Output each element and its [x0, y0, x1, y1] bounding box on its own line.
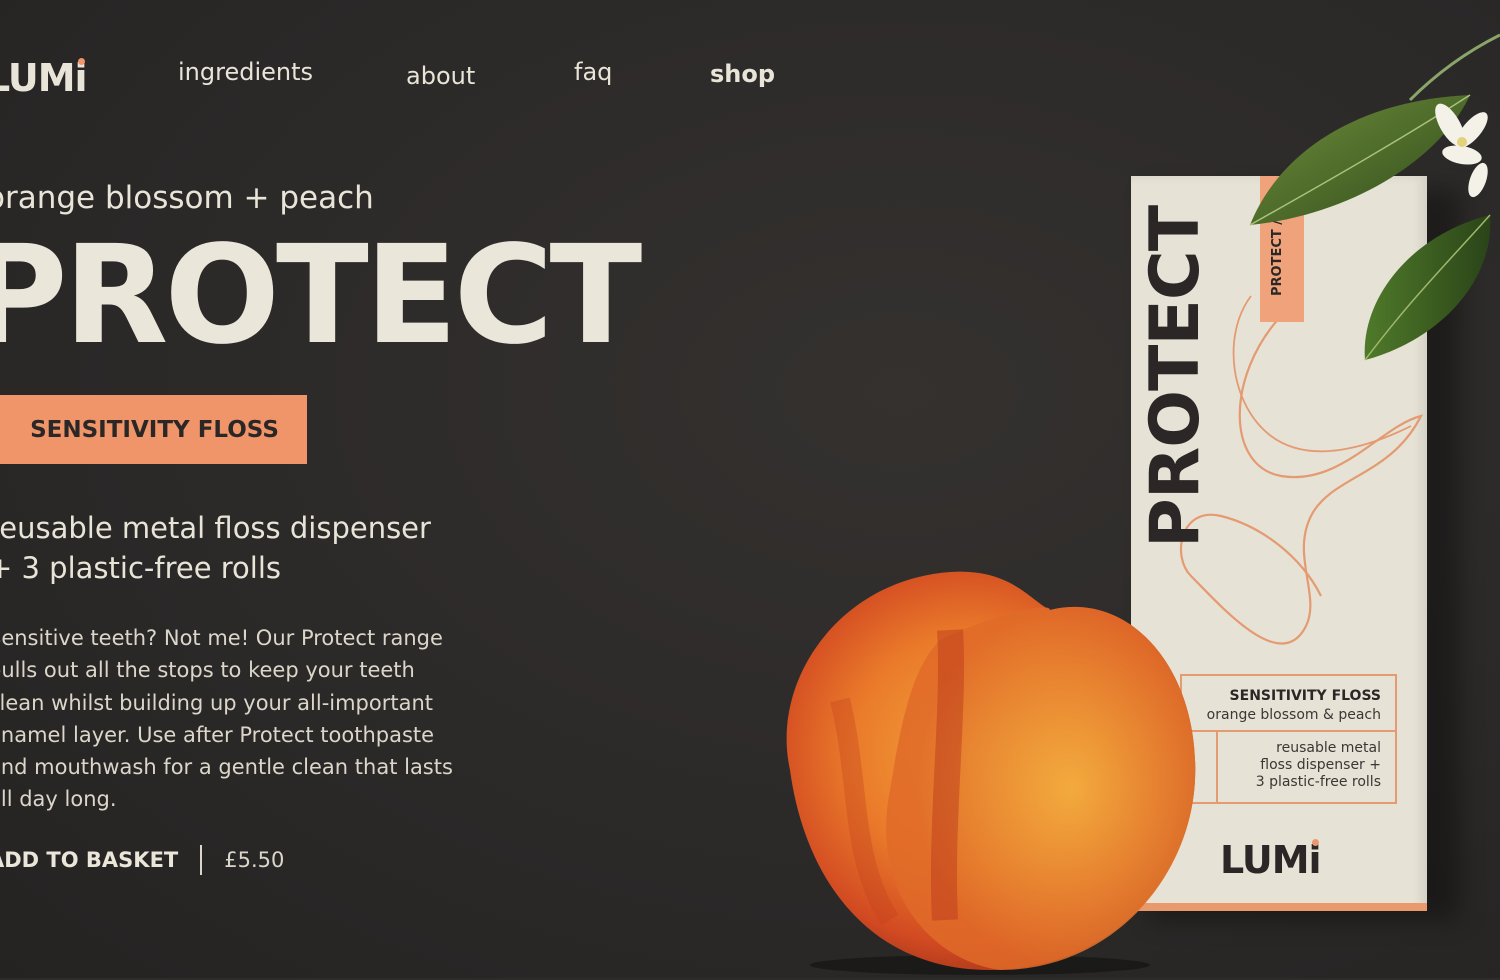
subhead-line: + 3 plastic-free rolls	[0, 551, 282, 585]
description-line: Sensitive teeth? Not me! Our Protect ran…	[0, 626, 443, 650]
box-title: PROTECT	[1136, 205, 1215, 548]
product-tag-label: SENSITIVITY FLOSS	[30, 416, 279, 443]
label-desc-line: 3 plastic-free rolls	[1255, 774, 1381, 790]
product-flavour: orange blossom + peach	[0, 180, 374, 216]
nav-faq[interactable]: faq	[574, 58, 612, 86]
label-product-name: SENSITIVITY FLOSS	[1229, 688, 1381, 704]
label-desc-line: floss dispenser +	[1260, 757, 1381, 773]
label-divider	[1216, 732, 1218, 802]
description-line: all day long.	[0, 787, 117, 812]
description-line: clean whilst building up your all-import…	[0, 690, 434, 715]
nav-ingredients[interactable]: ingredients	[178, 58, 313, 86]
label-flavour: orange blossom & peach	[1206, 707, 1381, 723]
subhead-line: reusable metal floss dispenser	[0, 511, 431, 545]
product-subhead: reusable metal floss dispenser + 3 plast…	[0, 508, 431, 588]
description-line: pulls out all the stops to keep your tee…	[0, 658, 415, 683]
product-title: PROTECT	[0, 217, 642, 375]
box-label-panel: SENSITIVITY FLOSS orange blossom & peach…	[1180, 674, 1397, 804]
label-desc-line: reusable metal	[1276, 740, 1381, 756]
purchase-row: ADD TO BASKET £5.50	[0, 843, 284, 877]
label-description: reusable metal floss dispenser + 3 plast…	[1256, 740, 1381, 791]
nav-shop[interactable]: shop	[710, 60, 775, 88]
brand-logo[interactable]: LUMi	[0, 56, 88, 100]
orange-blossom-leaves-image	[1249, 33, 1500, 361]
product-description: Sensitive teeth? Not me! Our Protect ran…	[0, 622, 468, 816]
peach-image	[786, 571, 1196, 975]
description-line: and mouthwash for a gentle clean that la…	[0, 755, 453, 780]
product-price: £5.50	[224, 848, 285, 872]
description-line: enamel layer. Use after Protect toothpas…	[0, 722, 435, 747]
box-logo: LUMi	[1220, 838, 1322, 882]
top-nav: LUMi ingredients about faq shop	[0, 52, 820, 100]
product-tag: SENSITIVITY FLOSS	[0, 395, 307, 464]
add-to-basket-button[interactable]: ADD TO BASKET	[0, 848, 178, 872]
divider	[200, 845, 203, 875]
label-top: SENSITIVITY FLOSS orange blossom & peach	[1182, 676, 1395, 732]
nav-about[interactable]: about	[406, 62, 475, 90]
